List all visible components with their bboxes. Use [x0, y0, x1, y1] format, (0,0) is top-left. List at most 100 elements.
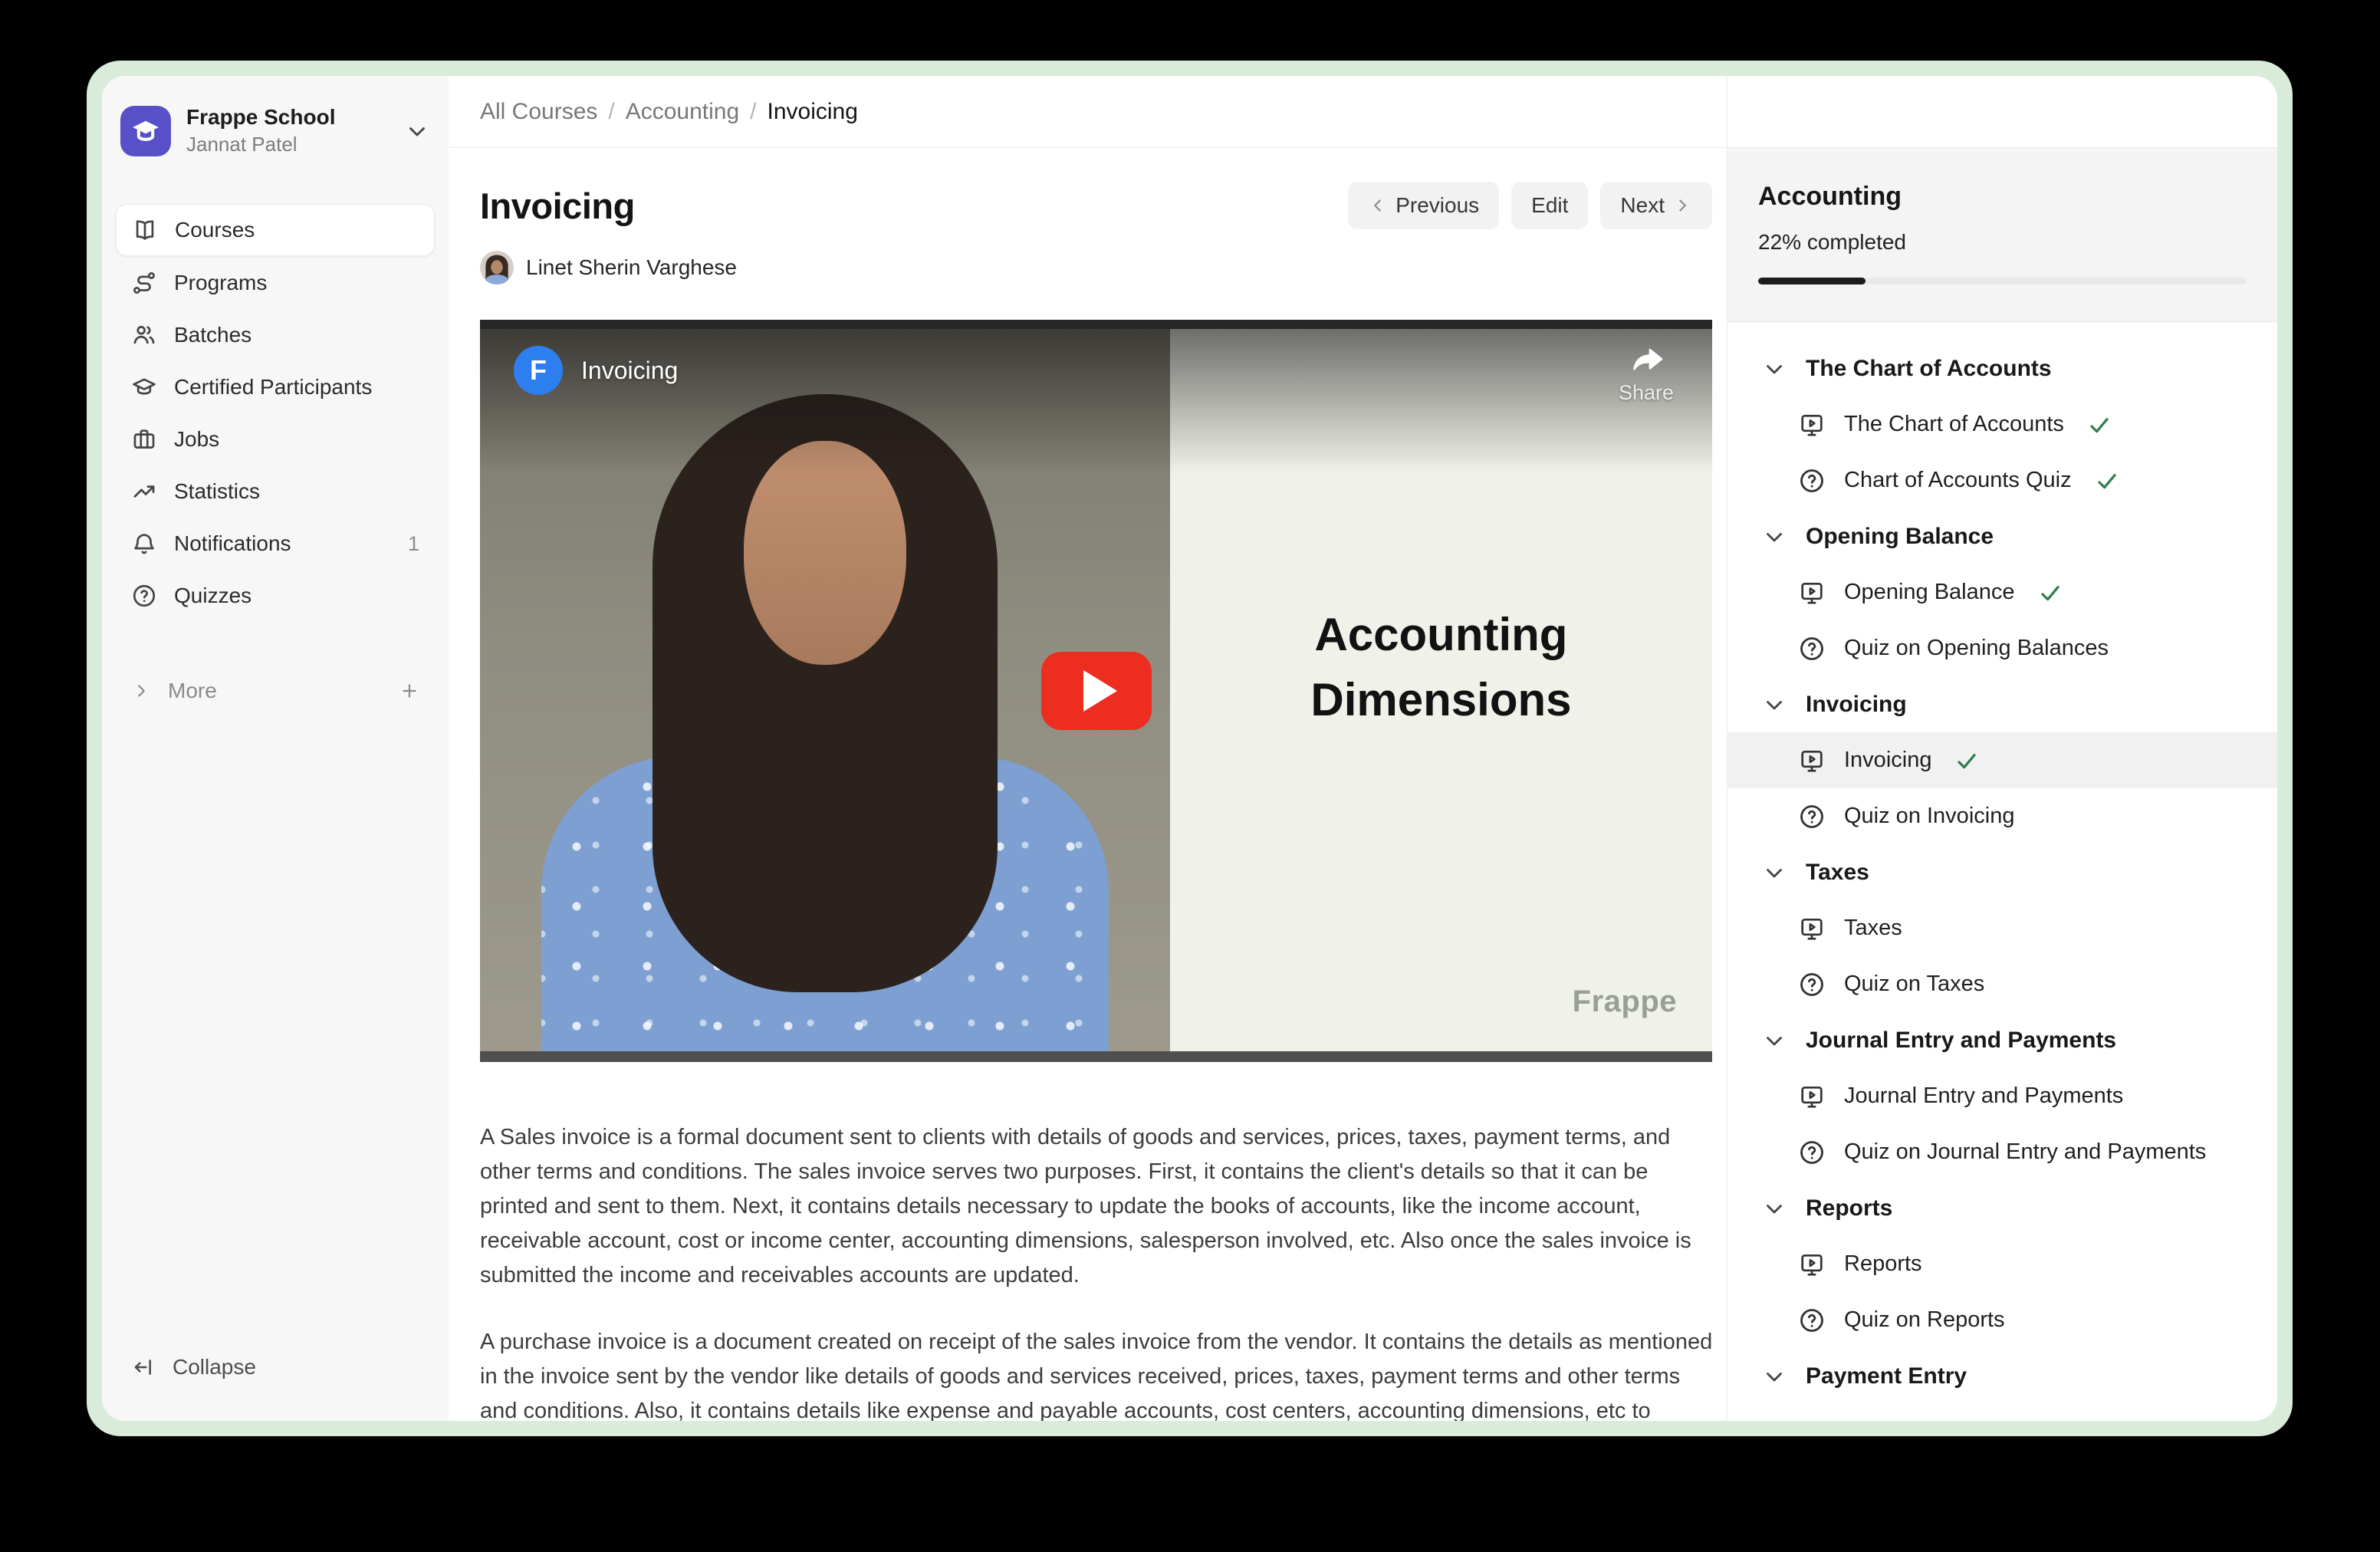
slide-title-line1: Accounting: [1310, 602, 1571, 667]
slide-title-line2: Dimensions: [1310, 667, 1571, 732]
chevron-down-icon: [1761, 524, 1787, 550]
breadcrumb-current: Invoicing: [768, 99, 858, 124]
outline-item-the-chart-of-accounts[interactable]: The Chart of Accounts: [1727, 396, 2277, 452]
course-panel: Accounting 22% completed The Chart of Ac…: [1727, 76, 2277, 1421]
completed-check-icon: [2013, 1420, 2037, 1422]
outline-item-taxes[interactable]: Taxes: [1727, 900, 2277, 956]
completed-check-icon: [2095, 469, 2119, 493]
previous-button[interactable]: Previous: [1348, 182, 1499, 229]
notification-count-badge: 1: [408, 532, 419, 556]
sidebar-item-jobs[interactable]: Jobs: [116, 414, 435, 465]
share-icon: [1628, 341, 1665, 378]
monitor-play-icon: [1798, 915, 1826, 942]
outline-section-invoicing[interactable]: Invoicing: [1727, 676, 2277, 732]
app-window: Frappe School Jannat Patel Courses Progra…: [102, 76, 2277, 1421]
route-icon: [131, 270, 157, 296]
outline-item-journal-entry-and-payments[interactable]: Journal Entry and Payments: [1727, 1068, 2277, 1124]
sidebar-item-statistics[interactable]: Statistics: [116, 466, 435, 517]
outline-item-invoicing[interactable]: Invoicing: [1727, 732, 2277, 788]
help-circle-icon: [1798, 971, 1826, 998]
chevron-down-icon: [1761, 692, 1787, 718]
lesson-paragraph-1: A Sales invoice is a formal document sen…: [480, 1120, 1713, 1293]
outline-section-taxes[interactable]: Taxes: [1727, 844, 2277, 900]
outline-section-payment-entry[interactable]: Payment Entry: [1727, 1348, 2277, 1404]
frappe-watermark: Frappe: [1573, 985, 1677, 1019]
briefcase-icon: [131, 426, 157, 452]
outline-section-title: Reports: [1806, 1195, 1892, 1222]
sidebar-item-programs[interactable]: Programs: [116, 258, 435, 308]
breadcrumb-separator: /: [750, 99, 756, 124]
course-outline: The Chart of AccountsThe Chart of Accoun…: [1727, 322, 2277, 1421]
sidebar-item-batches[interactable]: Batches: [116, 310, 435, 360]
outline-item-label: Quiz on Taxes: [1844, 972, 1984, 997]
outline-item-opening-balance[interactable]: Opening Balance: [1727, 564, 2277, 620]
outline-section-opening-balance[interactable]: Opening Balance: [1727, 508, 2277, 564]
sidebar-nav: Courses ProgramsBatches Certified Particip…: [116, 204, 435, 621]
help-circle-icon: [1798, 1307, 1826, 1334]
outline-item-label: Quiz on Reports: [1844, 1307, 2005, 1333]
play-button[interactable]: [1041, 652, 1152, 730]
sidebar-item-notifications[interactable]: Notifications1: [116, 518, 435, 569]
sidebar-item-label: Courses: [175, 218, 255, 242]
school-switcher[interactable]: Frappe School Jannat Patel: [116, 99, 435, 163]
breadcrumb-link-all-courses[interactable]: All Courses: [480, 99, 597, 124]
chevron-down-icon: [1761, 356, 1787, 382]
help-circle-icon: [1798, 467, 1826, 495]
author-avatar: [480, 251, 514, 284]
collapse-sidebar-button[interactable]: Collapse: [116, 1344, 435, 1390]
sidebar-item-label: Statistics: [174, 479, 260, 504]
video-title[interactable]: Invoicing: [581, 357, 678, 385]
video-bottom-bar: [480, 1051, 1712, 1062]
outline-section-title: Invoicing: [1806, 692, 1907, 718]
breadcrumb: All Courses / Accounting / Invoicing: [480, 99, 858, 125]
outline-item-quiz-on-invoicing[interactable]: Quiz on Invoicing: [1727, 788, 2277, 844]
outline-item-label: Quiz on Journal Entry and Payments: [1844, 1139, 2206, 1165]
edit-button[interactable]: Edit: [1511, 182, 1588, 229]
outline-item-quiz-on-journal-entry-and-payments[interactable]: Quiz on Journal Entry and Payments: [1727, 1124, 2277, 1180]
sidebar-more[interactable]: More: [116, 666, 435, 716]
sidebar-item-certified-participants[interactable]: Certified Participants: [116, 362, 435, 413]
sidebar-item-label: Certified Participants: [174, 375, 372, 400]
page-title: Invoicing: [480, 185, 635, 227]
progress-fill: [1758, 278, 1866, 284]
outline-item-chart-of-accounts-quiz[interactable]: Chart of Accounts Quiz: [1727, 452, 2277, 508]
outline-item-quiz-on-reports[interactable]: Quiz on Reports: [1727, 1292, 2277, 1348]
outline-section-title: Payment Entry: [1806, 1363, 1967, 1389]
outline-item-quiz-on-opening-balances[interactable]: Quiz on Opening Balances: [1727, 620, 2277, 676]
outline-section-reports[interactable]: Reports: [1727, 1180, 2277, 1236]
sidebar-item-quizzes[interactable]: Quizzes: [116, 570, 435, 621]
outline-item-quiz-on-taxes[interactable]: Quiz on Taxes: [1727, 956, 2277, 1012]
video-player[interactable]: Accounting Dimensions F Invoicing: [480, 320, 1712, 1062]
chevron-down-icon: [1761, 1363, 1787, 1389]
help-circle-icon: [1798, 1139, 1826, 1166]
chevron-down-icon[interactable]: [404, 118, 430, 144]
sidebar: Frappe School Jannat Patel Courses Progra…: [102, 76, 449, 1421]
sidebar-item-label: Quizzes: [174, 584, 251, 608]
help-circle-icon: [1798, 635, 1826, 663]
share-button[interactable]: Share: [1619, 341, 1674, 405]
chevron-right-icon: [131, 681, 151, 701]
channel-avatar[interactable]: F: [514, 346, 563, 395]
progress-text: 22% completed: [1758, 230, 2247, 255]
chevron-down-icon: [1761, 1028, 1787, 1054]
author-name: Linet Sherin Varghese: [526, 255, 737, 280]
progress-bar: [1758, 278, 2247, 284]
plus-icon[interactable]: [399, 681, 419, 701]
outline-item-label: Quiz on Invoicing: [1844, 804, 2014, 829]
monitor-play-icon: [1798, 1083, 1826, 1110]
chevron-down-icon: [1761, 860, 1787, 886]
outline-item-label: Quiz on Opening Balances: [1844, 636, 2109, 661]
bell-icon: [131, 531, 157, 557]
breadcrumb-link-accounting[interactable]: Accounting: [626, 99, 739, 124]
monitor-play-icon: [1798, 1251, 1826, 1278]
outline-section-the-chart-of-accounts[interactable]: The Chart of Accounts: [1727, 340, 2277, 396]
breadcrumb-separator: /: [608, 99, 614, 124]
collapse-icon: [131, 1355, 156, 1379]
next-button[interactable]: Next: [1600, 182, 1712, 229]
sidebar-item-courses[interactable]: Courses: [116, 204, 435, 256]
graduation-cap-icon: [131, 374, 157, 400]
outline-section-journal-entry-and-payments[interactable]: Journal Entry and Payments: [1727, 1012, 2277, 1068]
app-frame: Frappe School Jannat Patel Courses Progra…: [87, 61, 2293, 1436]
outline-item-payment-entry[interactable]: Payment Entry: [1727, 1404, 2277, 1421]
outline-item-reports[interactable]: Reports: [1727, 1236, 2277, 1292]
